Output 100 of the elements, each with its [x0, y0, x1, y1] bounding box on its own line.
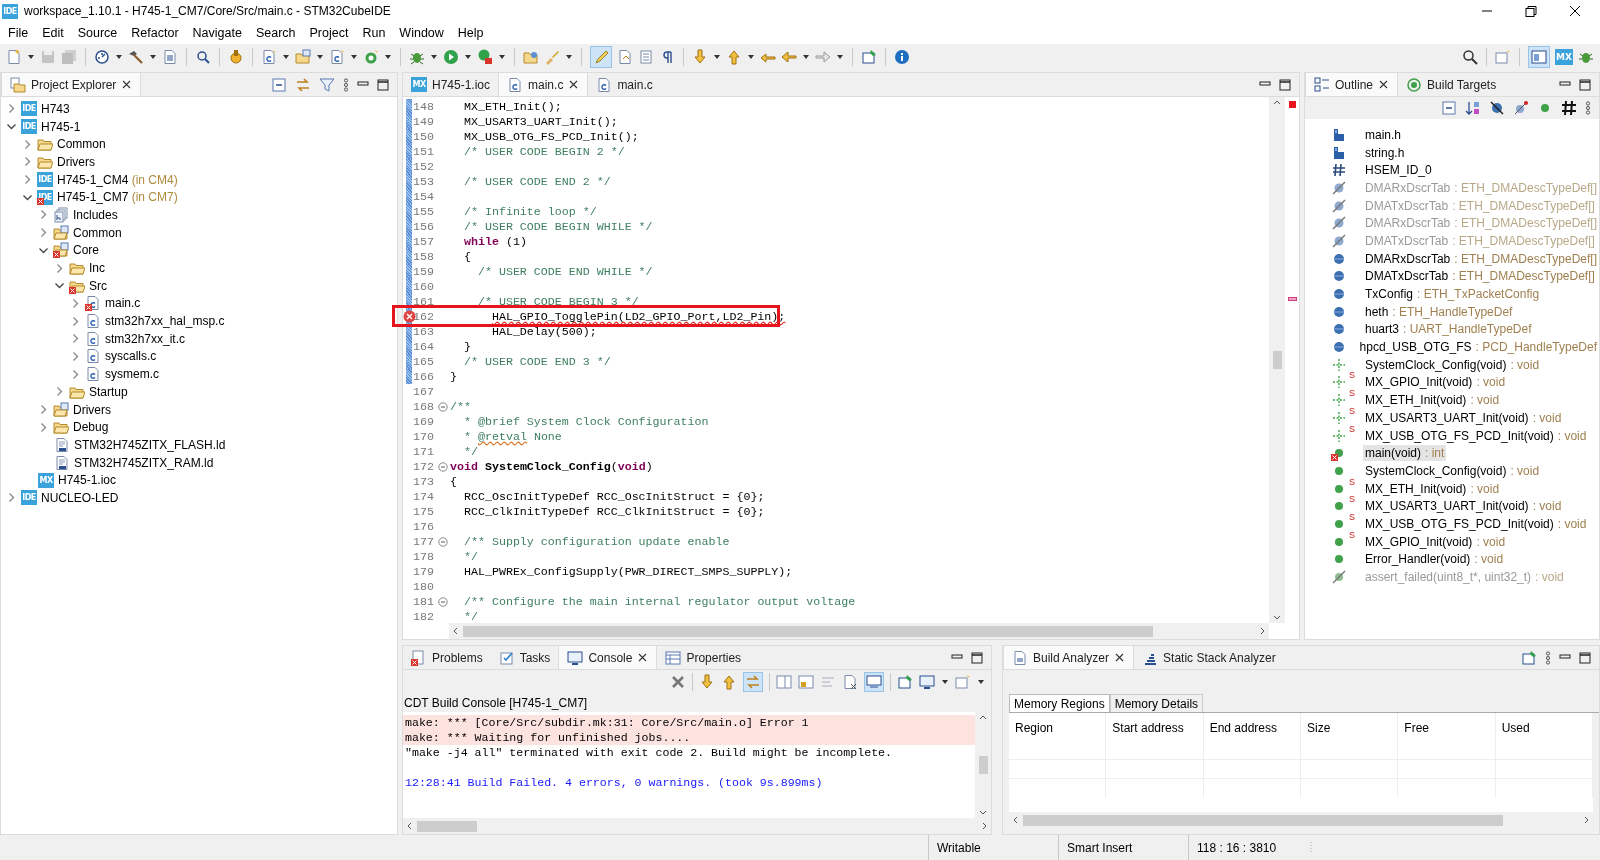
horizontal-scrollbar[interactable]: [449, 623, 1269, 639]
fold-icon[interactable]: [438, 461, 448, 472]
new-header-icon[interactable]: [295, 49, 311, 65]
drag-handle-icon[interactable]: [1308, 840, 1314, 855]
view-menu-icon[interactable]: [343, 77, 349, 92]
console-output-icon[interactable]: [866, 674, 882, 690]
tree-item[interactable]: STM32H745ZITX_RAM.ld: [74, 455, 214, 470]
chevron-right-icon[interactable]: [70, 297, 81, 309]
chevron-right-icon[interactable]: [38, 404, 49, 416]
column-header[interactable]: Free: [1398, 713, 1496, 741]
panel-tab[interactable]: MX H745-1.ioc: [403, 73, 499, 96]
column-header[interactable]: Used: [1495, 713, 1593, 741]
filter-icon[interactable]: [319, 76, 335, 93]
hide-macros-icon[interactable]: [1561, 100, 1577, 116]
outline-item[interactable]: MX_GPIO_Init(void) : void: [1363, 533, 1508, 550]
tree-item[interactable]: H745-1_CM4 (in CM4): [57, 172, 178, 187]
outline-item[interactable]: MX_USB_OTG_FS_PCD_Init(void) : void: [1363, 515, 1589, 532]
scroll-thumb[interactable]: [1023, 814, 1503, 826]
hide-fields-icon[interactable]: [1489, 100, 1505, 116]
menu-item[interactable]: Search: [248, 26, 303, 40]
outline-item[interactable]: DMARxDscrTab : ETH_DMADescTypeDef[]: [1362, 250, 1599, 267]
close-icon[interactable]: [1114, 652, 1126, 663]
scroll-thumb[interactable]: [417, 820, 477, 832]
tree-item[interactable]: sysmem.c: [105, 367, 159, 382]
new-source-icon[interactable]: [329, 49, 345, 65]
menu-item[interactable]: File: [1, 26, 36, 40]
binary-file-icon[interactable]: [162, 49, 178, 65]
close-icon[interactable]: [568, 79, 580, 90]
fold-icon[interactable]: [438, 596, 448, 607]
outline-item[interactable]: hpcd_USB_OTG_FS : PCD_HandleTypeDef: [1357, 339, 1599, 356]
run-icon[interactable]: [443, 49, 459, 65]
menu-item[interactable]: Help: [450, 26, 491, 40]
maximize-icon[interactable]: [1579, 78, 1591, 91]
outline-item[interactable]: HSEM_ID_0: [1363, 162, 1434, 179]
external-tool-icon[interactable]: [477, 49, 493, 65]
close-window-icon[interactable]: [1568, 5, 1582, 17]
panel-tab[interactable]: Properties: [657, 646, 750, 669]
column-header[interactable]: Size: [1301, 713, 1399, 741]
tree-item[interactable]: Inc: [89, 261, 105, 276]
scroll-thumb[interactable]: [978, 756, 988, 774]
tree-item[interactable]: Drivers: [57, 154, 95, 169]
new-source-icon[interactable]: [261, 49, 277, 65]
info-icon[interactable]: [894, 49, 910, 65]
panel-tab[interactable]: Outline: [1305, 73, 1399, 96]
pin-icon[interactable]: [861, 49, 877, 65]
fold-icon[interactable]: [438, 536, 448, 547]
previous-annotation-icon[interactable]: [726, 49, 742, 65]
arrow-down-icon[interactable]: [699, 674, 715, 690]
maximize-icon[interactable]: [971, 651, 983, 664]
outline-item[interactable]: main.h: [1363, 126, 1404, 143]
chevron-right-icon[interactable]: [70, 368, 81, 380]
close-icon[interactable]: [637, 652, 649, 663]
highlighter-icon[interactable]: [593, 49, 609, 65]
scroll-thumb[interactable]: [463, 625, 1153, 637]
tree-item[interactable]: Debug: [73, 420, 109, 435]
menu-item[interactable]: Source: [70, 26, 125, 40]
gauge-icon[interactable]: [94, 49, 110, 65]
pane-icon[interactable]: [776, 674, 792, 690]
tree-item[interactable]: H745-1: [41, 119, 81, 134]
hammer-icon[interactable]: [128, 49, 144, 65]
outline-item[interactable]: MX_ETH_Init(void) : void: [1363, 392, 1502, 409]
search-icon[interactable]: [1462, 49, 1478, 65]
outline-item[interactable]: string.h: [1363, 144, 1407, 161]
chevron-right-icon[interactable]: [70, 350, 81, 362]
chevron-right-icon[interactable]: [54, 386, 65, 398]
tree-item[interactable]: H745-1_CM7 (in CM7): [57, 190, 178, 205]
probe-icon[interactable]: [195, 49, 211, 65]
chevron-right-icon[interactable]: [22, 156, 33, 168]
tree-item[interactable]: H745-1.ioc: [58, 473, 117, 488]
view-menu-icon[interactable]: [1585, 101, 1591, 115]
maximize-icon[interactable]: [1579, 651, 1591, 664]
clear-console-icon[interactable]: [842, 674, 858, 690]
chevron-right-icon[interactable]: [22, 138, 33, 150]
outline-item[interactable]: heth : ETH_HandleTypeDef: [1363, 303, 1515, 320]
column-header[interactable]: End address: [1203, 713, 1301, 741]
lock-pane-icon[interactable]: [798, 674, 814, 690]
outline-item[interactable]: Error_Handler(void) : void: [1363, 551, 1506, 568]
outline-item[interactable]: SystemClock_Config(void) : void: [1363, 356, 1542, 373]
chip-icon[interactable]: [228, 49, 244, 65]
maximize-icon[interactable]: [1279, 78, 1291, 91]
chevron-right-icon[interactable]: [38, 227, 49, 239]
view-menu-icon[interactable]: [1545, 650, 1551, 665]
outline-item[interactable]: huart3 : UART_HandleTypeDef: [1363, 321, 1534, 338]
tree-item[interactable]: stm32h7xx_hal_msp.c: [105, 314, 225, 329]
error-marker[interactable]: [1289, 101, 1296, 108]
tree-item[interactable]: syscalls.c: [105, 349, 157, 364]
link-editor-icon[interactable]: [295, 76, 311, 93]
scroll-thumb[interactable]: [1272, 351, 1282, 369]
menu-item[interactable]: Window: [392, 26, 451, 40]
hide-static-icon[interactable]: [1513, 100, 1529, 116]
close-icon[interactable]: [1378, 79, 1390, 90]
chevron-right-icon[interactable]: [54, 262, 65, 274]
outline-item[interactable]: DMATxDscrTab : ETH_DMADescTypeDef[]: [1363, 268, 1597, 285]
panel-tab[interactable]: Static Stack Analyzer: [1134, 646, 1284, 669]
vertical-scrollbar[interactable]: [1269, 97, 1285, 623]
column-header[interactable]: Start address: [1106, 713, 1204, 741]
code-perspective-icon[interactable]: [1531, 49, 1547, 65]
tree-item[interactable]: STM32H745ZITX_FLASH.ld: [74, 437, 226, 452]
menu-item[interactable]: Project: [302, 26, 356, 40]
tree-item[interactable]: main.c: [105, 296, 141, 311]
